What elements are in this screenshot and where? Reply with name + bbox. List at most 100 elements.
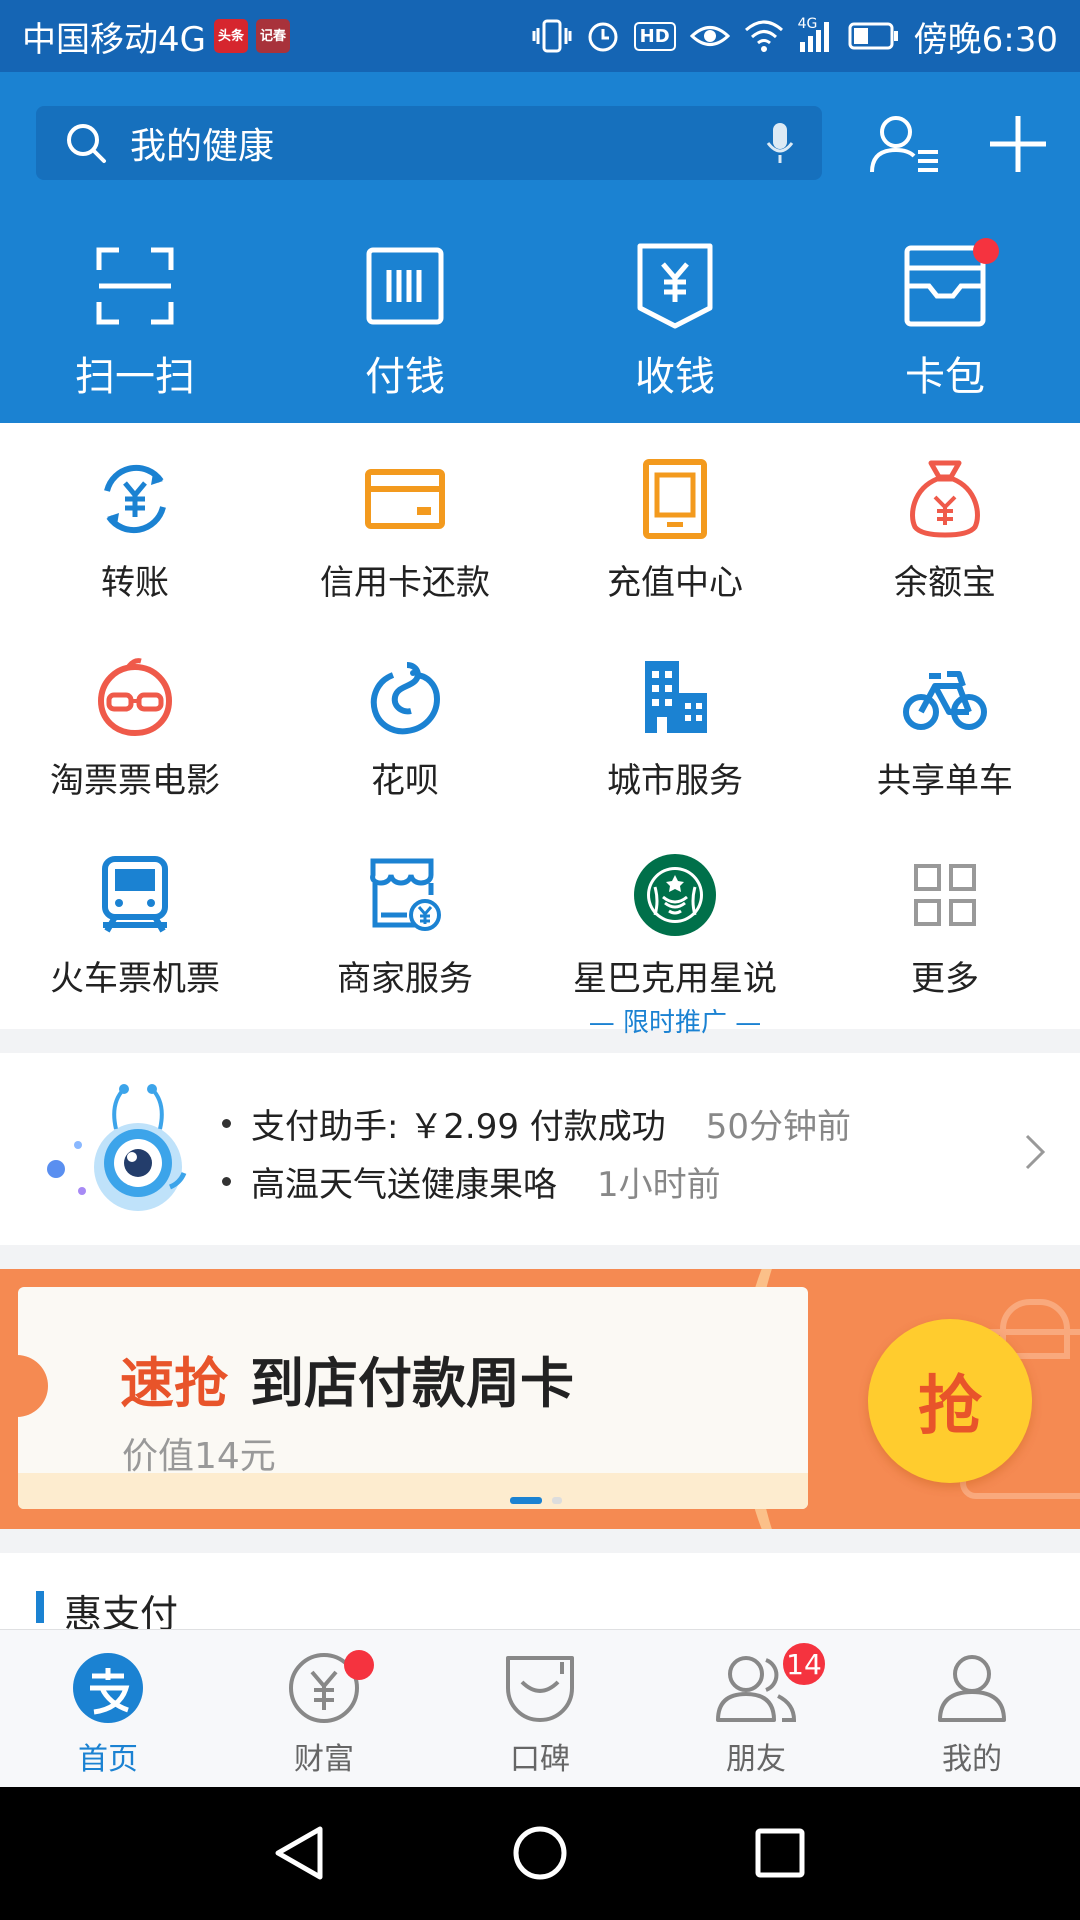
search-bar[interactable]: 我的健康	[36, 106, 822, 180]
scan-icon	[35, 236, 235, 336]
notice-item-weather: 高温天气送健康果咯 1小时前	[222, 1157, 721, 1206]
notice-time: 1小时前	[597, 1165, 721, 1205]
section-accent-bar	[36, 1591, 44, 1623]
quick-action-card-wallet[interactable]: 卡包	[845, 236, 1045, 402]
app-label: 星巴克用星说	[573, 959, 777, 999]
microphone-icon[interactable]	[766, 121, 794, 165]
pay-barcode-icon	[305, 236, 505, 336]
shop-icon	[270, 851, 540, 939]
tab-wealth[interactable]: 财富	[216, 1650, 432, 1778]
app-merchant-service[interactable]: 商家服务	[270, 851, 540, 1000]
receive-money-icon	[575, 236, 775, 336]
app-starbucks[interactable]: 星巴克用星说 — 限时推广 —	[540, 851, 810, 1039]
quick-action-label: 收钱	[635, 354, 715, 400]
train-icon	[0, 851, 270, 939]
starbucks-icon	[540, 851, 810, 939]
banner-subtitle: 价值14元	[122, 1436, 276, 1477]
bottom-tab-bar: 首页 财富 口碑 14 朋友 我的	[0, 1629, 1080, 1787]
home-header: 我的健康 扫一扫 付钱 收钱 卡包	[0, 72, 1080, 423]
pager-dot-active	[510, 1497, 542, 1504]
app-label: 城市服务	[607, 761, 743, 801]
banner-pager	[510, 1497, 562, 1504]
vibrate-icon	[532, 19, 572, 53]
phone-recharge-icon	[540, 455, 810, 543]
news-notification-icon: 记春	[255, 19, 290, 53]
app-transfer[interactable]: 转账	[0, 455, 270, 604]
app-label: 信用卡还款	[320, 563, 490, 603]
quick-action-pay[interactable]: 付钱	[305, 236, 505, 402]
quick-action-receive[interactable]: 收钱	[575, 236, 775, 402]
tab-home[interactable]: 首页	[0, 1652, 216, 1778]
promo-banner[interactable]: 速抢 到店付款周卡 价值14元 抢	[0, 1269, 1080, 1529]
app-huabei[interactable]: 花呗	[270, 653, 540, 802]
tab-label: 首页	[78, 1742, 138, 1777]
banner-highlight: 速抢	[120, 1352, 228, 1415]
carrier-text: 中国移动4G	[22, 19, 206, 60]
huabei-icon	[270, 653, 540, 741]
transfer-icon	[0, 455, 270, 543]
back-icon[interactable]	[270, 1823, 330, 1883]
quick-action-scan[interactable]: 扫一扫	[35, 236, 235, 402]
app-yuebao[interactable]: 余额宝	[810, 455, 1080, 604]
notification-dot	[973, 238, 999, 264]
notice-time: 50分钟前	[705, 1107, 852, 1147]
friends-icon: 14	[648, 1640, 864, 1724]
wealth-icon	[216, 1650, 432, 1724]
app-credit-card-repay[interactable]: 信用卡还款	[270, 455, 540, 604]
app-recharge-center[interactable]: 充值中心	[540, 455, 810, 604]
more-grid-icon	[810, 851, 1080, 939]
tab-friends[interactable]: 14 朋友	[648, 1640, 864, 1778]
promo-tag: — 限时推广 —	[588, 1008, 762, 1038]
section-header: 惠支付	[0, 1553, 1080, 1636]
app-shared-bike[interactable]: 共享单车	[810, 653, 1080, 802]
system-navigation-bar	[0, 1787, 1080, 1920]
home-icon[interactable]	[510, 1823, 570, 1883]
toutiao-notification-icon: 头条	[213, 19, 248, 53]
coupon-ticket: 速抢 到店付款周卡 价值14元	[18, 1287, 808, 1509]
contacts-icon[interactable]	[868, 112, 942, 176]
tab-mine[interactable]: 我的	[864, 1652, 1080, 1778]
status-bar: 中国移动4G 头条 记春 HD 4G 傍晚6:30	[0, 0, 1080, 72]
bullet	[222, 1177, 231, 1186]
quick-action-label: 付钱	[365, 354, 445, 400]
banner-title-text: 到店付款周卡	[250, 1352, 574, 1415]
app-label: 余额宝	[894, 563, 996, 603]
alarm-icon	[588, 22, 618, 52]
profile-icon	[864, 1652, 1080, 1724]
search-input[interactable]: 我的健康	[130, 117, 274, 169]
movie-mascot-icon	[0, 653, 270, 741]
alipay-home-icon	[0, 1652, 216, 1724]
friends-unread-badge: 14	[780, 1640, 828, 1688]
hd-icon: HD	[633, 21, 676, 51]
app-train-flight[interactable]: 火车票机票	[0, 851, 270, 1000]
clock-text: 傍晚6:30	[913, 19, 1058, 60]
tab-koubei[interactable]: 口碑	[432, 1652, 648, 1778]
tab-label: 财富	[294, 1742, 354, 1777]
assistant-notice-card[interactable]: 支付助手: ￥2.99 付款成功 50分钟前 高温天气送健康果咯 1小时前	[0, 1053, 1080, 1245]
quick-action-label: 卡包	[905, 354, 985, 400]
tab-label: 朋友	[726, 1742, 786, 1777]
money-bag-icon	[810, 455, 1080, 543]
grab-button[interactable]: 抢	[868, 1319, 1032, 1483]
tab-label: 口碑	[510, 1742, 570, 1777]
app-taopiaopiao[interactable]: 淘票票电影	[0, 653, 270, 802]
credit-card-icon	[270, 455, 540, 543]
app-label: 火车票机票	[50, 959, 220, 999]
search-icon	[67, 124, 106, 163]
eye-comfort-icon	[689, 26, 730, 46]
recents-icon[interactable]	[750, 1823, 810, 1883]
add-icon[interactable]	[990, 112, 1046, 176]
quick-action-label: 扫一扫	[75, 354, 195, 400]
app-label: 商家服务	[337, 959, 473, 999]
city-building-icon	[540, 653, 810, 741]
wifi-icon	[744, 20, 783, 52]
notice-item-payment: 支付助手: ￥2.99 付款成功 50分钟前	[222, 1099, 851, 1148]
app-label: 花呗	[371, 761, 439, 801]
app-more[interactable]: 更多	[810, 851, 1080, 1000]
tab-label: 我的	[942, 1742, 1002, 1777]
app-city-service[interactable]: 城市服务	[540, 653, 810, 802]
battery-icon	[848, 22, 898, 50]
bicycle-icon	[810, 653, 1080, 741]
chevron-right-icon	[1025, 1134, 1046, 1170]
app-label: 淘票票电影	[50, 761, 220, 801]
